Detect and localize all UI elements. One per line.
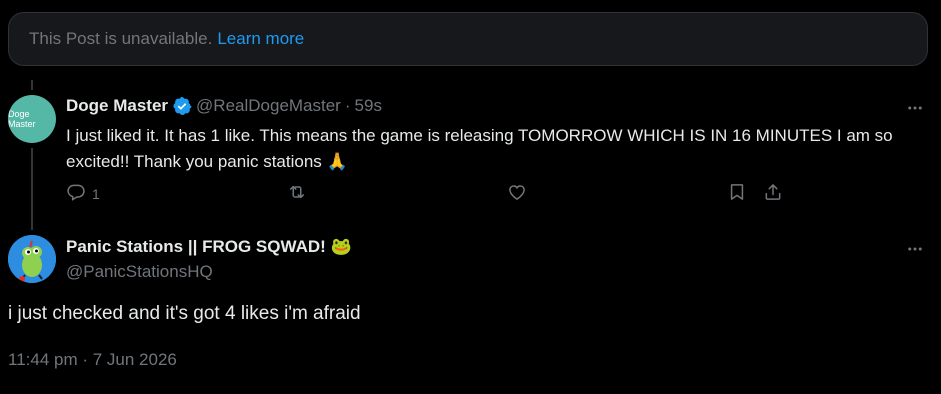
thread-connector <box>31 148 33 230</box>
reply-text: i just checked and it's got 4 likes i'm … <box>8 303 361 324</box>
like-icon <box>507 182 527 205</box>
share-button[interactable] <box>763 182 783 205</box>
more-icon[interactable] <box>905 98 925 118</box>
retweet-button[interactable] <box>287 182 313 205</box>
frog-mascot-icon <box>8 235 56 283</box>
reply-count: 1 <box>92 185 100 202</box>
reply-icon <box>66 182 86 205</box>
reply-timestamp[interactable]: 11:44 pm · 7 Jun 2026 <box>8 350 177 370</box>
separator-dot: · <box>344 96 351 115</box>
verified-icon[interactable] <box>172 96 192 116</box>
share-icon <box>763 182 783 205</box>
reply-button[interactable]: 1 <box>66 182 100 205</box>
post-text: I just liked it. It has 1 like. This mea… <box>66 126 893 171</box>
unavailable-post-banner: This Post is unavailable. Learn more <box>8 12 928 66</box>
retweet-icon <box>287 182 307 205</box>
reply-author-name[interactable]: Panic Stations || FROG SQWAD! 🐸 <box>66 237 352 257</box>
author-handle[interactable]: @RealDogeMaster <box>196 96 341 116</box>
thread-connector-top <box>31 80 33 90</box>
reply-header: Panic Stations || FROG SQWAD! 🐸 <box>66 237 352 257</box>
panic-stations-avatar[interactable] <box>8 235 56 283</box>
author-name[interactable]: Doge Master <box>66 96 168 116</box>
reply-more-icon[interactable] <box>905 239 925 259</box>
reply-author-handle[interactable]: @PanicStationsHQ <box>66 262 213 282</box>
post-time[interactable]: 59s <box>355 96 382 116</box>
doge-master-avatar[interactable]: Doge Master <box>8 95 56 143</box>
post-actions: 1 <box>66 182 796 212</box>
learn-more-link[interactable]: Learn more <box>217 29 304 49</box>
bookmark-icon <box>727 182 747 205</box>
like-button[interactable] <box>507 182 533 205</box>
avatar-text: Doge Master <box>8 109 36 129</box>
bookmark-button[interactable] <box>727 182 747 205</box>
post-header: Doge Master @RealDogeMaster · 59s <box>66 96 382 116</box>
unavailable-message: This Post is unavailable. <box>29 29 213 48</box>
